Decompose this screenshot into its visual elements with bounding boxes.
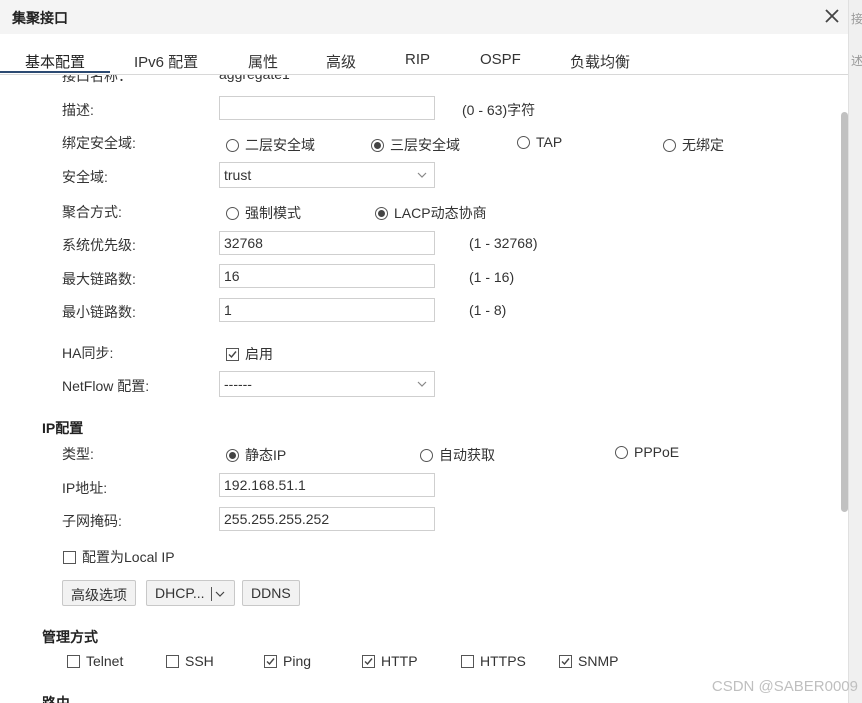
aggregation-mode-label: 聚合方式: — [62, 204, 122, 220]
radio-dot — [226, 138, 239, 152]
radio-static-ip[interactable]: 静态IP — [226, 445, 286, 465]
interface-name-value: aggregate1 — [219, 75, 290, 82]
background-window-edge — [848, 0, 862, 703]
check-icon — [228, 350, 237, 358]
subnet-mask-input[interactable] — [219, 507, 435, 531]
checkbox-box — [559, 654, 572, 668]
form-content: 接口名称： aggregate1 描述: (0 - 63)字符 绑定安全域: 二… — [0, 75, 840, 703]
tab-basic-config[interactable]: 基本配置 — [25, 51, 85, 72]
ssh-checkbox[interactable]: SSH — [166, 653, 214, 669]
zone-label: 安全域: — [62, 169, 108, 185]
ddns-button[interactable]: DDNS — [242, 580, 300, 606]
checkbox-box — [226, 347, 239, 361]
radio-layer3-zone[interactable]: 三层安全域 — [371, 135, 460, 155]
snmp-checkbox[interactable]: SNMP — [559, 653, 618, 669]
tab-properties[interactable]: 属性 — [248, 51, 278, 72]
chevron-down-icon — [417, 381, 427, 387]
checkbox-box — [362, 654, 375, 668]
ip-address-label: IP地址: — [62, 480, 108, 496]
check-icon — [561, 657, 570, 665]
zone-select[interactable]: trust — [219, 162, 435, 188]
advanced-options-button[interactable]: 高级选项 — [62, 580, 136, 606]
ha-sync-label: HA同步: — [62, 345, 114, 361]
https-checkbox[interactable]: HTTPS — [461, 653, 526, 669]
checkbox-box — [461, 654, 474, 668]
radio-forced-mode[interactable]: 强制模式 — [226, 203, 301, 223]
chevron-down-icon — [215, 591, 224, 598]
dhcp-dropdown-button[interactable]: DHCP... — [146, 580, 235, 606]
description-label: 描述: — [62, 102, 94, 118]
interface-name-label: 接口名称： — [62, 75, 132, 84]
radio-lacp-mode[interactable]: LACP动态协商 — [375, 203, 487, 223]
tab-bar: 基本配置 IPv6 配置 属性 高级 RIP OSPF 负载均衡 — [0, 34, 848, 75]
radio-dot — [226, 206, 239, 220]
management-section-title: 管理方式 — [42, 629, 98, 645]
check-icon — [266, 657, 275, 665]
max-links-label: 最大链路数: — [62, 271, 136, 287]
checkbox-box — [264, 654, 277, 668]
max-links-hint: (1 - 16) — [469, 269, 515, 285]
checkbox-box — [67, 654, 80, 668]
system-priority-input[interactable] — [219, 231, 435, 255]
subnet-mask-label: 子网掩码: — [62, 513, 122, 529]
tab-ipv6-config[interactable]: IPv6 配置 — [134, 51, 198, 72]
telnet-checkbox[interactable]: Telnet — [67, 653, 123, 669]
radio-dot — [663, 138, 676, 152]
tab-load-balance[interactable]: 负载均衡 — [570, 51, 630, 72]
radio-tap[interactable]: TAP — [517, 134, 562, 150]
system-priority-hint: (1 - 32768) — [469, 235, 538, 251]
vertical-scrollbar[interactable] — [841, 112, 848, 512]
background-text: 接 — [851, 12, 862, 26]
radio-no-binding[interactable]: 无绑定 — [663, 135, 724, 155]
radio-dhcp-auto[interactable]: 自动获取 — [420, 445, 495, 465]
checkbox-box — [63, 550, 76, 564]
radio-dot — [420, 448, 433, 462]
max-links-input[interactable] — [219, 264, 435, 288]
http-checkbox[interactable]: HTTP — [362, 653, 418, 669]
min-links-input[interactable] — [219, 298, 435, 322]
tab-advanced[interactable]: 高级 — [326, 51, 356, 72]
ping-checkbox[interactable]: Ping — [264, 653, 311, 669]
chevron-down-icon — [417, 172, 427, 178]
background-text: 述 — [851, 54, 862, 68]
watermark: CSDN @SABER0009 — [711, 678, 858, 695]
checkbox-box — [166, 654, 179, 668]
ip-config-section-title: IP配置 — [42, 420, 84, 436]
radio-dot — [615, 445, 628, 459]
check-icon — [364, 657, 373, 665]
description-hint: (0 - 63)字符 — [462, 102, 536, 118]
ip-type-label: 类型: — [62, 446, 94, 462]
min-links-label: 最小链路数: — [62, 304, 136, 320]
button-separator — [210, 587, 212, 602]
routing-section-title: 路由 — [42, 695, 70, 703]
tab-rip[interactable]: RIP — [405, 51, 430, 68]
radio-dot-selected — [375, 206, 388, 220]
binding-zone-label: 绑定安全域: — [62, 135, 136, 151]
netflow-label: NetFlow 配置: — [62, 378, 150, 394]
dialog-titlebar: 集聚接口 — [0, 0, 848, 35]
close-icon — [825, 9, 839, 23]
netflow-select[interactable]: ------ — [219, 371, 435, 397]
description-input[interactable] — [219, 96, 435, 120]
ip-address-input[interactable] — [219, 473, 435, 497]
ha-sync-checkbox[interactable]: 启用 — [226, 344, 273, 364]
local-ip-checkbox[interactable]: 配置为Local IP — [63, 547, 175, 567]
active-tab-indicator — [0, 71, 110, 73]
radio-dot-selected — [226, 448, 239, 462]
close-button[interactable] — [820, 4, 844, 28]
radio-pppoe[interactable]: PPPoE — [615, 444, 679, 460]
radio-layer2-zone[interactable]: 二层安全域 — [226, 135, 315, 155]
radio-dot — [517, 135, 530, 149]
radio-dot-selected — [371, 138, 384, 152]
system-priority-label: 系统优先级: — [62, 237, 136, 253]
dialog-title: 集聚接口 — [12, 10, 68, 26]
tab-ospf[interactable]: OSPF — [480, 51, 521, 68]
min-links-hint: (1 - 8) — [469, 302, 507, 318]
